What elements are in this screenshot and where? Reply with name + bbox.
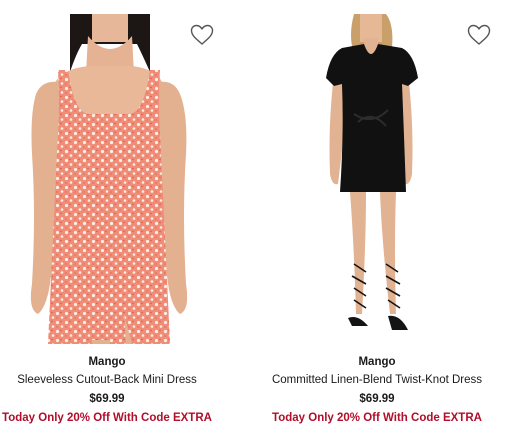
product-name-link[interactable]: Sleeveless Cutout-Back Mini Dress (0, 374, 232, 386)
favorite-button[interactable] (190, 24, 214, 46)
product-price: $69.99 (89, 393, 125, 405)
heart-outline-icon (467, 24, 491, 45)
product-brand: Mango (358, 356, 396, 368)
product-image-link[interactable] (0, 14, 222, 344)
product-grid: Mango Sleeveless Cutout-Back Mini Dress … (0, 0, 513, 433)
heart-outline-icon (190, 24, 214, 45)
product-price: $69.99 (359, 393, 395, 405)
product-image (30, 14, 188, 344)
promo-text: Today Only 20% Off With Code EXTRA (272, 412, 482, 424)
promo-text: Today Only 20% Off With Code EXTRA (2, 412, 212, 424)
product-card[interactable]: Mango Committed Linen-Blend Twist-Knot D… (262, 0, 492, 433)
favorite-button[interactable] (467, 24, 491, 46)
product-card[interactable]: Mango Sleeveless Cutout-Back Mini Dress … (0, 0, 222, 433)
product-brand: Mango (88, 356, 126, 368)
product-name-link[interactable]: Committed Linen-Blend Twist-Knot Dress (252, 374, 502, 386)
product-image (326, 14, 418, 330)
product-image-link[interactable] (262, 14, 492, 344)
